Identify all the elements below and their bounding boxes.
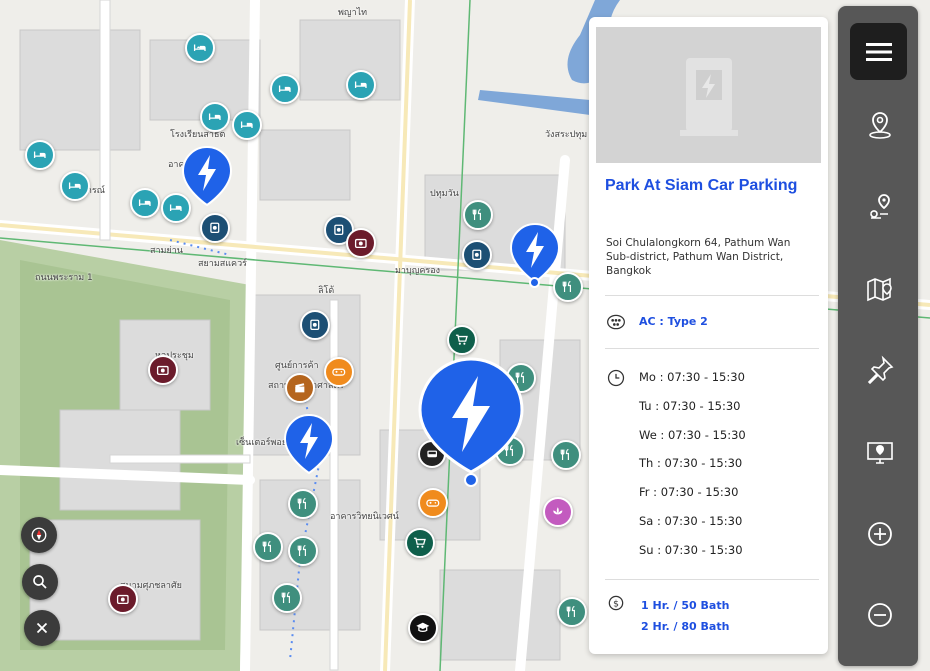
restaurant-icon[interactable] bbox=[463, 200, 493, 230]
ev-charger-icon bbox=[679, 58, 738, 136]
close-icon bbox=[36, 622, 48, 634]
pin-icon bbox=[867, 355, 894, 385]
game-controller-icon[interactable] bbox=[418, 488, 448, 518]
hotel-icon[interactable] bbox=[185, 33, 215, 63]
pin-button[interactable] bbox=[860, 350, 900, 390]
compass-icon bbox=[31, 527, 47, 543]
price-row: 2 Hr. / 80 Bath bbox=[641, 620, 730, 633]
restaurant-icon[interactable] bbox=[288, 489, 318, 519]
restaurant-icon[interactable] bbox=[551, 440, 581, 470]
menu-button[interactable] bbox=[850, 23, 907, 80]
shopping-cart-icon[interactable] bbox=[405, 528, 435, 558]
hotel-icon[interactable] bbox=[232, 110, 262, 140]
svg-text:$: $ bbox=[613, 598, 619, 609]
station-info-panel: Park At Siam Car Parking Soi Chulalongko… bbox=[589, 17, 828, 654]
hotel-icon[interactable] bbox=[270, 74, 300, 104]
map-label: สยามสแควร์ bbox=[198, 259, 247, 269]
hotel-icon[interactable] bbox=[25, 140, 55, 170]
cinema-icon[interactable] bbox=[285, 373, 315, 403]
route-button[interactable] bbox=[860, 187, 900, 227]
map-label: ถนนพระราม 1 bbox=[35, 273, 93, 283]
hours-row: We : 07:30 - 15:30 bbox=[639, 427, 746, 442]
fuel-station-icon[interactable] bbox=[462, 240, 492, 270]
camera-icon[interactable] bbox=[346, 228, 376, 258]
hours-row: Th : 07:30 - 15:30 bbox=[639, 456, 743, 471]
hotel-icon[interactable] bbox=[200, 102, 230, 132]
location-button[interactable] bbox=[860, 105, 900, 145]
restaurant-icon[interactable] bbox=[253, 532, 283, 562]
price-icon: $ bbox=[608, 595, 624, 611]
search-button[interactable] bbox=[22, 564, 58, 600]
zoom-out-icon bbox=[868, 603, 892, 627]
zoom-out-button[interactable] bbox=[860, 595, 900, 635]
hours-row: Sa : 07:30 - 15:30 bbox=[639, 513, 743, 528]
location-pin-icon bbox=[869, 112, 891, 139]
compass-button[interactable] bbox=[21, 517, 57, 553]
station-title: Park At Siam Car Parking bbox=[605, 177, 798, 194]
search-icon bbox=[33, 575, 47, 589]
hours-row: Su : 07:30 - 15:30 bbox=[639, 542, 743, 557]
hotel-icon[interactable] bbox=[130, 188, 160, 218]
divider bbox=[605, 348, 819, 349]
close-button[interactable] bbox=[24, 610, 60, 646]
school-icon[interactable] bbox=[408, 613, 438, 643]
zoom-in-icon bbox=[868, 522, 892, 546]
station-photo bbox=[596, 27, 821, 163]
restaurant-icon[interactable] bbox=[272, 583, 302, 613]
map-layers-button[interactable] bbox=[860, 269, 900, 309]
map-label: สามย่าน bbox=[150, 246, 183, 256]
fuel-station-icon[interactable] bbox=[200, 213, 230, 243]
map-label: ปทุมวัน bbox=[430, 189, 459, 199]
right-toolbar bbox=[838, 6, 918, 666]
camera-icon[interactable] bbox=[148, 355, 178, 385]
price-list: 1 Hr. / 50 Bath 2 Hr. / 80 Bath bbox=[641, 595, 729, 637]
hours-row: Mo : 07:30 - 15:30 bbox=[639, 370, 745, 384]
map-label: พญาไท bbox=[338, 8, 368, 18]
price-row: 1 Hr. / 50 Bath bbox=[641, 599, 730, 612]
clock-icon bbox=[607, 369, 625, 387]
restaurant-icon[interactable] bbox=[288, 536, 318, 566]
monitor-location-button[interactable] bbox=[860, 432, 900, 472]
plug-type-icon bbox=[607, 314, 625, 330]
hours-row: Fr : 07:30 - 15:30 bbox=[639, 485, 739, 500]
station-address: Soi Chulalongkorn 64, Pathum Wan Sub-dis… bbox=[606, 237, 791, 277]
map-label: มาบุญครอง bbox=[395, 266, 441, 276]
monitor-pin-icon bbox=[867, 442, 893, 464]
map-icon bbox=[867, 277, 892, 302]
selected-ev-charger-pin[interactable] bbox=[416, 356, 526, 487]
zoom-in-button[interactable] bbox=[860, 514, 900, 554]
camera-icon[interactable] bbox=[108, 584, 138, 614]
divider bbox=[605, 579, 819, 580]
hours-row: Tu : 07:30 - 15:30 bbox=[639, 398, 741, 413]
fuel-station-icon[interactable] bbox=[300, 310, 330, 340]
map-label: อาคารวิทยนิเวศน์ bbox=[330, 512, 399, 522]
ev-charger-pin[interactable] bbox=[508, 222, 562, 288]
game-controller-icon[interactable] bbox=[324, 357, 354, 387]
hamburger-menu-icon bbox=[865, 42, 892, 61]
spa-icon[interactable] bbox=[543, 497, 573, 527]
plug-type-label: AC : Type 2 bbox=[639, 315, 708, 328]
opening-hours: Mo : 07:30 - 15:30 Tu : 07:30 - 15:30 We… bbox=[639, 370, 746, 572]
ev-charger-pin[interactable] bbox=[180, 145, 234, 211]
map-label: วังสระปทุม bbox=[545, 130, 588, 140]
restaurant-icon[interactable] bbox=[557, 597, 587, 627]
hotel-icon[interactable] bbox=[346, 70, 376, 100]
divider bbox=[605, 295, 819, 296]
hotel-icon[interactable] bbox=[60, 171, 90, 201]
route-icon bbox=[870, 194, 890, 219]
map-label: ศูนย์การค้า bbox=[275, 361, 319, 371]
ev-charger-pin[interactable] bbox=[282, 413, 336, 479]
shopping-cart-icon[interactable] bbox=[447, 325, 477, 355]
map-label: ลิโด้ bbox=[318, 286, 335, 296]
